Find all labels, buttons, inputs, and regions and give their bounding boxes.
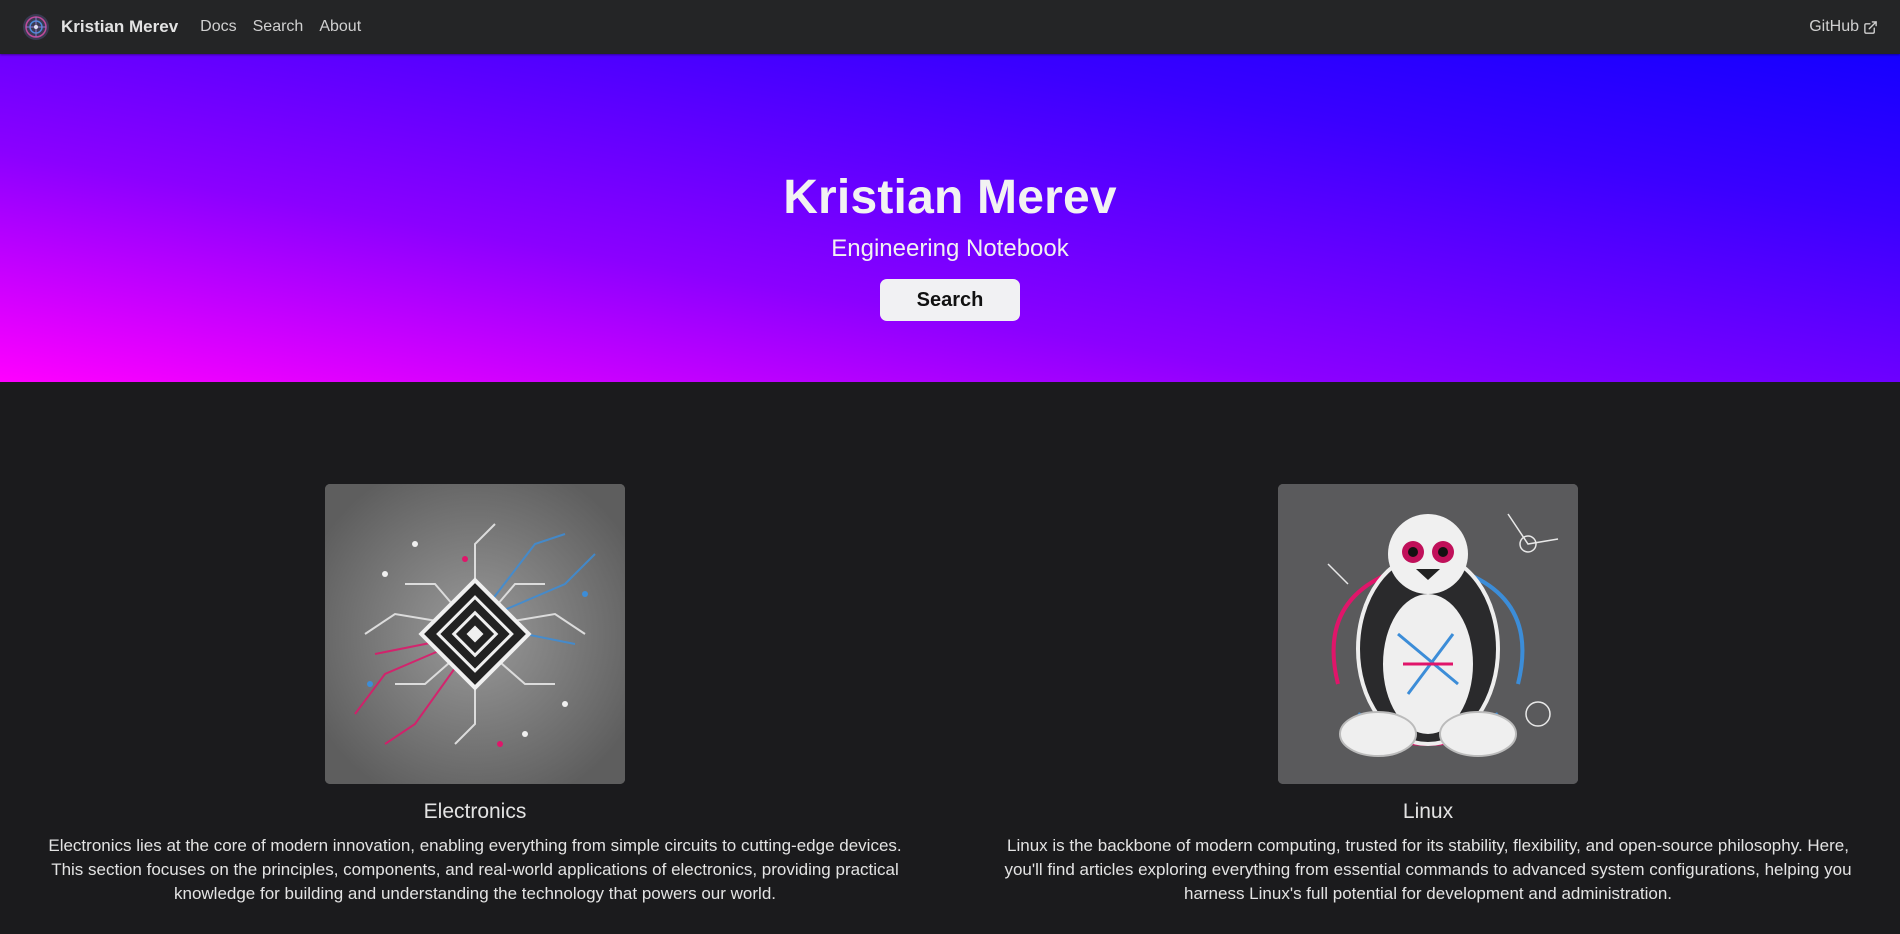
nav-links: Docs Search About — [192, 12, 369, 42]
github-link[interactable]: GitHub — [1809, 18, 1878, 36]
feature-linux: Linux Linux is the backbone of modern co… — [973, 484, 1883, 906]
brand-title: Kristian Merev — [61, 17, 179, 36]
electronics-image — [325, 484, 625, 784]
nav-link-docs[interactable]: Docs — [192, 12, 244, 42]
github-label: GitHub — [1809, 18, 1859, 35]
feature-title: Linux — [1402, 800, 1454, 823]
nav-link-search[interactable]: Search — [245, 12, 312, 42]
circuit-chip-image — [325, 484, 625, 784]
hero-search-button[interactable]: Search — [880, 279, 1020, 321]
hero-subtitle: Engineering Notebook — [831, 235, 1069, 262]
brand-link[interactable]: Kristian Merev — [22, 13, 178, 41]
external-link-icon — [1864, 20, 1877, 34]
features-section: Electronics Electronics lies at the core… — [0, 382, 1900, 934]
top-navbar: Kristian Merev Docs Search About GitHub — [0, 0, 1900, 54]
hero-title: Kristian Merev — [783, 171, 1117, 224]
circuit-globe-logo-icon — [23, 14, 49, 40]
feature-description: Linux is the backbone of modern computin… — [1004, 836, 1852, 903]
feature-description: Electronics lies at the core of modern i… — [48, 836, 902, 903]
feature-electronics: Electronics Electronics lies at the core… — [20, 484, 930, 906]
linux-penguin-image — [1278, 484, 1578, 784]
feature-title: Electronics — [423, 800, 527, 823]
hero-banner: Kristian Merev Engineering Notebook Sear… — [0, 54, 1900, 382]
nav-link-about[interactable]: About — [311, 12, 369, 42]
linux-image — [1278, 484, 1578, 784]
